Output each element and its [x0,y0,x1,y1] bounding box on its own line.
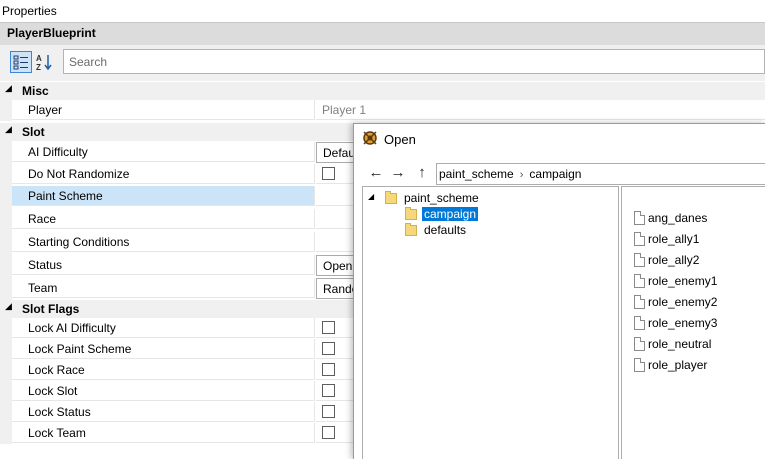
file-icon [634,232,645,246]
file-icon [634,295,645,309]
collapse-triangle-icon[interactable]: ◢ [5,301,12,312]
lock-ai-difficulty-checkbox[interactable] [322,321,335,334]
category-label: Slot [22,125,45,139]
lock-slot-checkbox[interactable] [322,384,335,397]
object-name: PlayerBlueprint [7,26,96,40]
file-icon [634,211,645,225]
file-icon [634,337,645,351]
breadcrumb-item[interactable]: campaign [529,167,581,181]
lock-paint-scheme-checkbox[interactable] [322,342,335,355]
dialog-title: Open [384,132,416,147]
file-name: role_neutral [648,337,712,351]
sort-alphabetical-icon: A Z [36,54,52,72]
collapse-triangle-icon[interactable]: ◢ [5,83,12,94]
tree-folder-label: paint_scheme [404,191,479,205]
prop-name: Lock Slot [12,381,315,401]
breadcrumb-item[interactable]: paint_scheme [439,167,514,181]
file-icon [634,274,645,288]
alphabetical-sort-button[interactable]: A Z [34,51,56,73]
prop-name: Race [12,209,315,229]
back-arrow-icon[interactable]: ← [366,164,386,181]
prop-name: Starting Conditions [12,232,315,252]
file-icon [634,253,645,267]
file-name: role_enemy2 [648,295,718,309]
prop-name: Paint Scheme [12,186,315,206]
address-bar[interactable]: paint_scheme › campaign [436,163,765,185]
folder-icon [405,207,417,220]
forward-arrow-icon[interactable]: → [388,164,408,181]
dialog-title-bar[interactable]: Open [354,124,765,154]
tree-folder-label: campaign [422,207,479,221]
app-logo-icon [362,130,378,149]
up-arrow-icon[interactable]: ↑ [412,164,432,181]
breadcrumb-separator-icon: › [519,169,524,181]
do-not-randomize-checkbox[interactable] [322,167,335,180]
category-label: Slot Flags [22,302,80,316]
file-name: role_ally1 [648,232,700,246]
expand-triangle-icon[interactable]: ◢ [368,192,374,201]
lock-team-checkbox[interactable] [322,426,335,439]
prop-name: Team [12,278,315,298]
file-name: role_ally2 [648,253,700,267]
file-name: ang_danes [648,211,708,225]
folder-icon [385,191,397,204]
properties-window-title: Properties [0,0,765,22]
svg-text:A: A [36,54,42,63]
file-list: ang_danes role_ally1 role_ally2 role_ene… [621,186,765,459]
file-name: role_player [648,358,708,372]
file-name: role_enemy1 [648,274,718,288]
prop-name: Lock Paint Scheme [12,339,315,359]
svg-text:Z: Z [36,63,41,72]
prop-name: Do Not Randomize [12,164,315,184]
folder-icon [405,223,417,236]
search-input[interactable] [64,50,764,73]
properties-toolbar: A Z [0,45,765,81]
file-name: role_enemy3 [648,316,718,330]
dialog-nav-bar: ← → ↑ paint_scheme › campaign [354,162,765,186]
prop-name: Lock Team [12,423,315,443]
prop-name: Lock Status [12,402,315,422]
category-label: Misc [22,84,49,98]
prop-name: AI Difficulty [12,142,315,162]
prop-name: Player [12,100,315,120]
lock-status-checkbox[interactable] [322,405,335,418]
open-dialog: Open ← → ↑ paint_scheme › campaign ◢ paint… [353,123,765,459]
lock-race-checkbox[interactable] [322,363,335,376]
category-misc[interactable]: ◢ Misc [0,82,765,100]
prop-name: Lock AI Difficulty [12,318,315,338]
prop-name: Status [12,255,315,275]
categorized-view-icon [13,55,28,70]
tree-folder-label: defaults [424,223,467,237]
folder-tree: ◢ paint_scheme campaign defaults [362,186,619,459]
collapse-triangle-icon[interactable]: ◢ [5,124,12,135]
properties-title-text: Properties [2,4,57,18]
file-icon [634,316,645,330]
file-icon [634,358,645,372]
categorized-view-button[interactable] [10,51,32,73]
search-field[interactable] [63,49,765,74]
prop-value: Player 1 [316,100,765,120]
prop-row-player[interactable]: Player Player 1 [0,100,765,121]
prop-name: Lock Race [12,360,315,380]
object-header: PlayerBlueprint [0,22,765,46]
